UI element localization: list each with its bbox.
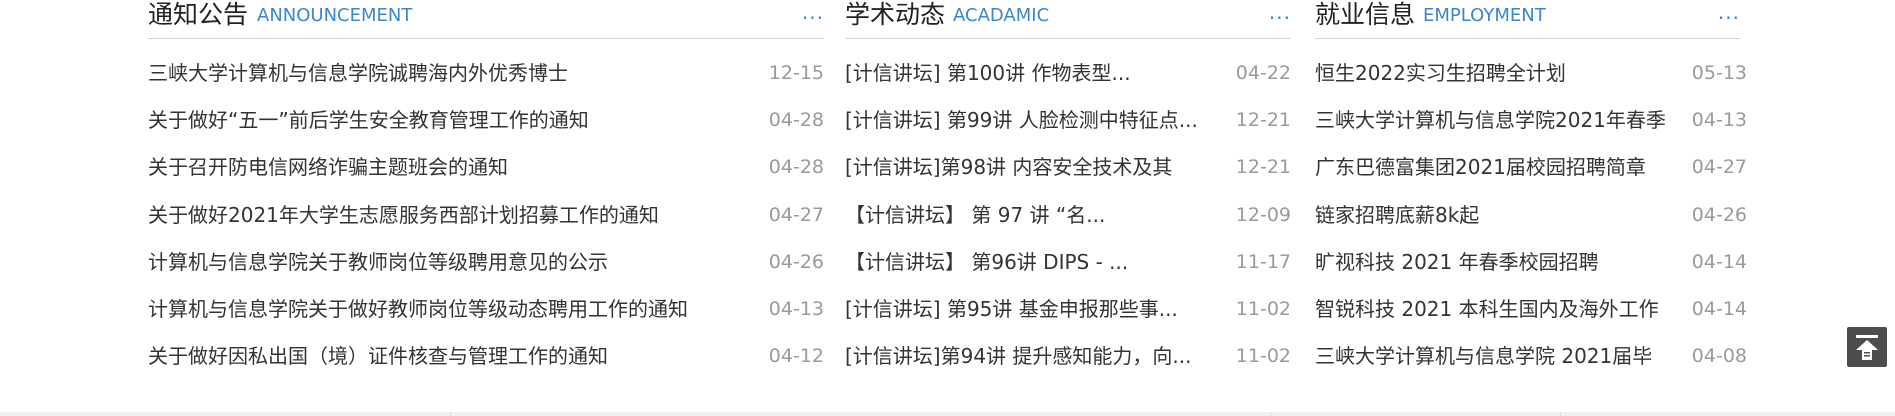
item-date: 04-13 (768, 298, 824, 320)
employment-header: 就业信息 EMPLOYMENT ... (1315, 0, 1740, 39)
item-title[interactable]: [计信讲坛] 第95讲 基金申报那些事... (845, 295, 1178, 323)
item-title[interactable]: [计信讲坛] 第100讲 作物表型... (845, 59, 1131, 87)
list-item[interactable]: 旷视科技 2021 年春季校园招聘 04-14 (1315, 248, 1747, 276)
employment-title: 就业信息 (1315, 0, 1416, 29)
item-title[interactable]: [计信讲坛] 第99讲 人脸检测中特征点... (845, 106, 1198, 134)
item-date: 04-27 (1691, 156, 1747, 178)
back-to-top-button[interactable] (1847, 327, 1887, 367)
item-date: 04-14 (1691, 298, 1747, 320)
list-item[interactable]: 【计信讲坛】 第 97 讲 “名... 12-09 (845, 201, 1291, 229)
item-title[interactable]: 三峡大学计算机与信息学院2021年春季 (1315, 106, 1666, 134)
list-item[interactable]: 广东巴德富集团2021届校园招聘简章 04-27 (1315, 153, 1747, 181)
list-item[interactable]: 【计信讲坛】 第96讲 DIPS - ... 11-17 (845, 248, 1291, 276)
item-title[interactable]: 【计信讲坛】 第 97 讲 “名... (845, 201, 1105, 229)
item-date: 12-21 (1235, 109, 1291, 131)
list-item[interactable]: [计信讲坛]第98讲 内容安全技术及其 12-21 (845, 153, 1291, 181)
list-item[interactable]: [计信讲坛] 第100讲 作物表型... 04-22 (845, 59, 1291, 87)
academic-header: 学术动态 ACADAMIC ... (845, 0, 1291, 39)
item-date: 12-15 (768, 62, 824, 84)
item-date: 11-02 (1235, 298, 1291, 320)
item-title[interactable]: 三峡大学计算机与信息学院诚聘海内外优秀博士 (148, 59, 568, 87)
item-date: 11-17 (1235, 251, 1291, 273)
item-title[interactable]: 链家招聘底薪8k起 (1315, 201, 1479, 229)
list-item[interactable]: 三峡大学计算机与信息学院诚聘海内外优秀博士 12-15 (148, 59, 824, 87)
item-date: 04-13 (1691, 109, 1747, 131)
item-title[interactable]: 关于做好“五一”前后学生安全教育管理工作的通知 (148, 106, 589, 134)
item-date: 04-26 (1691, 204, 1747, 226)
item-title[interactable]: 智锐科技 2021 本科生国内及海外工作 (1315, 295, 1659, 323)
list-item[interactable]: [计信讲坛] 第95讲 基金申报那些事... 11-02 (845, 295, 1291, 323)
item-title[interactable]: 计算机与信息学院关于做好教师岗位等级动态聘用工作的通知 (148, 295, 688, 323)
item-date: 12-21 (1235, 156, 1291, 178)
item-title[interactable]: 广东巴德富集团2021届校园招聘简章 (1315, 153, 1646, 181)
list-item[interactable]: 三峡大学计算机与信息学院 2021届毕 04-08 (1315, 342, 1747, 370)
item-title[interactable]: 旷视科技 2021 年春季校园招聘 (1315, 248, 1599, 276)
announcement-title: 通知公告 (148, 0, 249, 29)
list-item[interactable]: 恒生2022实习生招聘全计划 05-13 (1315, 59, 1747, 87)
list-item[interactable]: 关于做好2021年大学生志愿服务西部计划招募工作的通知 04-27 (148, 201, 824, 229)
item-title[interactable]: 关于做好因私出国（境）证件核查与管理工作的通知 (148, 342, 608, 370)
list-item[interactable]: 计算机与信息学院关于教师岗位等级聘用意见的公示 04-26 (148, 248, 824, 276)
announcement-column: 通知公告 ANNOUNCEMENT ... 三峡大学计算机与信息学院诚聘海内外优… (148, 0, 824, 368)
item-title[interactable]: 计算机与信息学院关于教师岗位等级聘用意见的公示 (148, 248, 608, 276)
item-date: 12-09 (1235, 204, 1291, 226)
item-title[interactable]: 关于做好2021年大学生志愿服务西部计划招募工作的通知 (148, 201, 659, 229)
academic-title: 学术动态 (845, 0, 946, 29)
list-item[interactable]: [计信讲坛]第94讲 提升感知能力，向... 11-02 (845, 342, 1291, 370)
list-item[interactable]: [计信讲坛] 第99讲 人脸检测中特征点... 12-21 (845, 106, 1291, 134)
list-item[interactable]: 关于做好“五一”前后学生安全教育管理工作的通知 04-28 (148, 106, 824, 134)
item-title[interactable]: [计信讲坛]第98讲 内容安全技术及其 (845, 153, 1172, 181)
item-date: 04-28 (768, 109, 824, 131)
item-date: 11-02 (1235, 345, 1291, 367)
list-item[interactable]: 关于召开防电信网络诈骗主题班会的通知 04-28 (148, 153, 824, 181)
item-title[interactable]: 恒生2022实习生招聘全计划 (1315, 59, 1566, 87)
announcement-subtitle: ANNOUNCEMENT (257, 5, 413, 26)
item-date: 04-12 (768, 345, 824, 367)
list-item[interactable]: 链家招聘底薪8k起 04-26 (1315, 201, 1747, 229)
item-date: 04-22 (1235, 62, 1291, 84)
academic-more-link[interactable]: ... (1269, 2, 1291, 22)
announcement-header: 通知公告 ANNOUNCEMENT ... (148, 0, 824, 39)
item-date: 04-26 (768, 251, 824, 273)
list-item[interactable]: 智锐科技 2021 本科生国内及海外工作 04-14 (1315, 295, 1747, 323)
item-date: 04-08 (1691, 345, 1747, 367)
list-item[interactable]: 计算机与信息学院关于做好教师岗位等级动态聘用工作的通知 04-13 (148, 295, 824, 323)
item-title[interactable]: 关于召开防电信网络诈骗主题班会的通知 (148, 153, 508, 181)
employment-column: 就业信息 EMPLOYMENT ... 恒生2022实习生招聘全计划 05-13 … (1315, 0, 1747, 368)
list-item[interactable]: 三峡大学计算机与信息学院2021年春季 04-13 (1315, 106, 1747, 134)
announcement-more-link[interactable]: ... (802, 2, 824, 22)
item-title[interactable]: 【计信讲坛】 第96讲 DIPS - ... (845, 248, 1128, 276)
employment-subtitle: EMPLOYMENT (1423, 5, 1546, 26)
academic-column: 学术动态 ACADAMIC ... [计信讲坛] 第100讲 作物表型... 04… (845, 0, 1291, 368)
employment-more-link[interactable]: ... (1718, 2, 1740, 22)
list-item[interactable]: 关于做好因私出国（境）证件核查与管理工作的通知 04-12 (148, 342, 824, 370)
item-title[interactable]: 三峡大学计算机与信息学院 2021届毕 (1315, 342, 1652, 370)
academic-subtitle: ACADAMIC (953, 5, 1050, 26)
footer-divider (0, 412, 1895, 416)
item-date: 04-14 (1691, 251, 1747, 273)
item-date: 04-27 (768, 204, 824, 226)
back-to-top-icon (1856, 335, 1878, 360)
item-date: 04-28 (768, 156, 824, 178)
item-date: 05-13 (1691, 62, 1747, 84)
item-title[interactable]: [计信讲坛]第94讲 提升感知能力，向... (845, 342, 1191, 370)
